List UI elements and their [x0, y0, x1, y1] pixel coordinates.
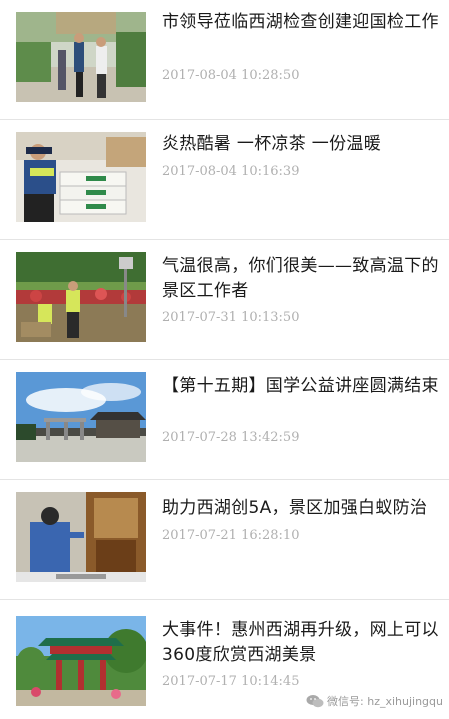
- termite-inspection-image[interactable]: [16, 492, 146, 582]
- article-title[interactable]: 助力西湖创5A，景区加强白蚁防治: [162, 496, 440, 521]
- list-item[interactable]: 【第十五期】国学公益讲座圆满结束 2017-07-28 13:42:59: [0, 360, 449, 480]
- list-item[interactable]: 市领导莅临西湖检查创建迎国检工作 2017-08-04 10:28:50: [0, 0, 449, 120]
- list-item[interactable]: 气温很高，你们很美——致高温下的景区工作者 2017-07-31 10:13:5…: [0, 240, 449, 360]
- article-title[interactable]: 气温很高，你们很美——致高温下的景区工作者: [162, 254, 440, 304]
- article-title[interactable]: 【第十五期】国学公益讲座圆满结束: [162, 374, 440, 399]
- article-title[interactable]: 市领导莅临西湖检查创建迎国检工作: [162, 10, 440, 35]
- article-title[interactable]: 大事件！惠州西湖再升级，网上可以360度欣赏西湖美景: [162, 618, 440, 668]
- article-title[interactable]: 炎热酷暑 一杯凉茶 一份温暖: [162, 132, 440, 157]
- police-tea-boxes-image[interactable]: [16, 132, 146, 222]
- article-time: 2017-07-31 10:13:50: [162, 310, 300, 325]
- temple-sky-image[interactable]: [16, 372, 146, 462]
- wechat-icon: [306, 695, 324, 708]
- article-time: 2017-08-04 10:16:39: [162, 164, 300, 179]
- pagoda-gate-image[interactable]: [16, 616, 146, 706]
- article-time: 2017-07-28 13:42:59: [162, 430, 300, 445]
- wechat-watermark: 微信号: hz_xihujingqu: [306, 691, 443, 711]
- workers-garden-image[interactable]: [16, 252, 146, 342]
- article-time: 2017-07-21 16:28:10: [162, 528, 300, 543]
- list-item[interactable]: 助力西湖创5A，景区加强白蚁防治 2017-07-21 16:28:10: [0, 480, 449, 600]
- watermark-text: 微信号: hz_xihujingqu: [327, 695, 443, 708]
- list-item[interactable]: 炎热酷暑 一杯凉茶 一份温暖 2017-08-04 10:16:39: [0, 120, 449, 240]
- article-time: 2017-07-17 10:14:45: [162, 674, 300, 689]
- officials-walking-image[interactable]: [16, 12, 146, 102]
- article-time: 2017-08-04 10:28:50: [162, 68, 300, 83]
